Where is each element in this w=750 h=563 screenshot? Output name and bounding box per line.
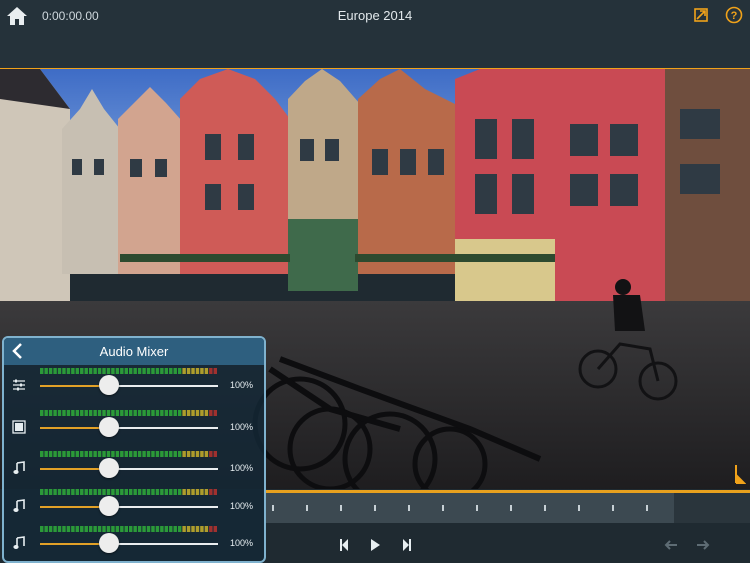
- redo-icon[interactable]: [696, 538, 710, 552]
- project-title: Europe 2014: [337, 8, 413, 23]
- video-track-icon: [12, 420, 26, 434]
- volume-slider-knob[interactable]: [99, 417, 120, 437]
- volume-percent: 100%: [230, 501, 254, 511]
- mixer-channel-row: 100%: [4, 489, 264, 525]
- next-frame-icon[interactable]: [402, 538, 412, 552]
- volume-percent: 100%: [230, 538, 254, 548]
- mixer-channel-row: 100%: [4, 526, 264, 562]
- svg-text:?: ?: [731, 10, 738, 22]
- undo-icon[interactable]: [664, 538, 678, 552]
- music-note-icon: [13, 499, 25, 512]
- music-note-icon: [13, 536, 25, 549]
- volume-percent: 100%: [230, 380, 254, 390]
- volume-slider-knob[interactable]: [99, 458, 120, 478]
- timeline-track[interactable]: [264, 490, 750, 523]
- timeline-frames: [272, 493, 750, 523]
- volume-percent: 100%: [230, 422, 254, 432]
- help-icon[interactable]: ?: [725, 6, 743, 24]
- mixer-channel-row: 100%: [4, 410, 264, 446]
- export-icon[interactable]: [694, 8, 708, 22]
- level-meter: [40, 451, 217, 457]
- audio-mixer-panel: Audio Mixer 100% 100% 100% 100% 100%: [2, 336, 266, 563]
- volume-percent: 100%: [230, 463, 254, 473]
- volume-slider-knob[interactable]: [99, 375, 120, 395]
- master-mixer-icon: [13, 379, 25, 391]
- previous-frame-icon[interactable]: [339, 538, 349, 552]
- playhead-marker-icon[interactable]: [732, 465, 746, 489]
- music-note-icon: [13, 461, 25, 474]
- volume-slider-knob[interactable]: [99, 496, 120, 516]
- level-meter: [40, 526, 217, 532]
- level-meter: [40, 368, 217, 374]
- mixer-channel-row: 100%: [4, 368, 264, 404]
- top-bar: 0:00:00.00 Europe 2014 ?: [0, 0, 750, 68]
- volume-slider-knob[interactable]: [99, 533, 120, 553]
- level-meter: [40, 410, 217, 416]
- audio-mixer-title: Audio Mixer: [99, 344, 169, 359]
- level-meter: [40, 489, 217, 495]
- audio-mixer-header: Audio Mixer: [4, 338, 264, 365]
- mixer-channel-row: 100%: [4, 451, 264, 487]
- play-icon[interactable]: [370, 538, 380, 552]
